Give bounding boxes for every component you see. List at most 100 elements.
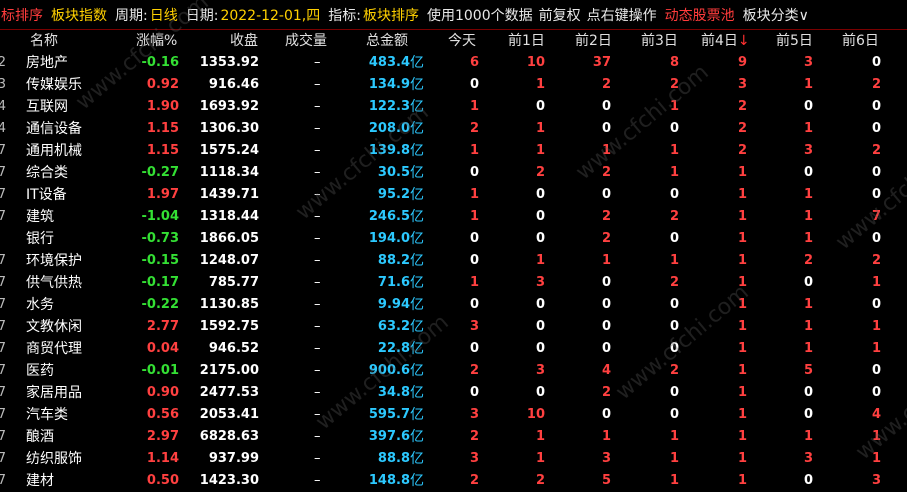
- total-amount: 71.6: [377, 275, 410, 290]
- row-index: 4: [0, 121, 6, 136]
- table-row[interactable]: 7 建筑 -1.04 1318.44 – 246.5 亿 1 0 2 2 1 1 7: [0, 206, 907, 228]
- indicator-label: 指标:: [328, 7, 361, 24]
- day-count: 3: [601, 451, 611, 466]
- table-row[interactable]: 7 医药 -0.01 2175.00 – 900.6 亿 2 3 4 2 1 5 0: [0, 360, 907, 382]
- col-close[interactable]: 收盘: [230, 30, 258, 52]
- day-count: 2: [669, 275, 679, 290]
- volume: –: [314, 473, 321, 488]
- close-price: 785.77: [208, 275, 259, 290]
- change-percent: 1.15: [146, 143, 179, 158]
- table-row[interactable]: 7 环境保护 -0.15 1248.07 – 88.2 亿 0 1 1 1 1 2 2: [0, 250, 907, 272]
- tab-indicator-sort[interactable]: 标排序: [1, 5, 43, 25]
- table-row[interactable]: 7 综合类 -0.27 1118.34 – 30.5 亿 0 2 2 1 1 0 0: [0, 162, 907, 184]
- close-price: 2477.53: [199, 385, 259, 400]
- day-count: 3: [469, 407, 479, 422]
- col-change[interactable]: 涨幅%: [136, 30, 177, 52]
- volume: –: [314, 165, 321, 180]
- table-row[interactable]: 7 供气供热 -0.17 785.77 – 71.6 亿 1 3 0 2 1 0 1: [0, 272, 907, 294]
- amount-unit: 亿: [410, 143, 424, 159]
- period-label: 周期:: [115, 7, 148, 24]
- right-click-hint: 点右键操作: [586, 7, 657, 24]
- indicator-selector[interactable]: 板块排序: [363, 5, 419, 25]
- col-volume[interactable]: 成交量: [285, 30, 327, 52]
- day-count: 0: [535, 187, 545, 202]
- amount-unit: 亿: [410, 231, 424, 247]
- row-index: 7: [0, 451, 6, 466]
- col-d2[interactable]: 前2日: [575, 30, 612, 52]
- change-percent: -0.15: [141, 253, 179, 268]
- row-index: 3: [0, 77, 6, 92]
- day-count: 1: [669, 143, 679, 158]
- day-count: 3: [535, 275, 545, 290]
- day-count: 2: [669, 363, 679, 378]
- day-count: 1: [535, 451, 545, 466]
- table-row[interactable]: 7 建材 0.50 1423.30 – 148.8 亿 2 2 5 1 1 0 3: [0, 470, 907, 492]
- table-row[interactable]: 7 汽车类 0.56 2053.41–595.7 亿 3 10 0 0 1 0 4: [0, 404, 907, 426]
- sector-category-dropdown[interactable]: 板块分类∨: [743, 5, 809, 25]
- col-d3[interactable]: 前3日: [641, 30, 678, 52]
- date-selector[interactable]: 2022-12-01,四: [220, 5, 320, 25]
- total-amount: 9.94: [377, 297, 410, 312]
- col-d4[interactable]: 前4日↓: [701, 30, 750, 52]
- table-row[interactable]: 7 商贸代理 0.04 946.52 – 22.8 亿 0 0 0 0 1 1 1: [0, 338, 907, 360]
- table-row[interactable]: 7 文教休闲 2.77 1592.75 – 63.2 亿 3 0 0 0 1 1 1: [0, 316, 907, 338]
- col-today[interactable]: 今天: [448, 30, 476, 52]
- day-count: 0: [669, 319, 679, 334]
- table-row[interactable]: 4 互联网 1.90 1693.92 – 122.3 亿 1 0 0 1 2 0 0: [0, 96, 907, 118]
- day-count: 1: [803, 187, 813, 202]
- tab-sector-index[interactable]: 板块指数: [51, 5, 107, 25]
- sector-name: 通用机械: [26, 143, 82, 159]
- close-price: 2053.41: [199, 407, 259, 422]
- table-row[interactable]: 7 酿酒 2.97 6828.63 – 397.6 亿 2 1 1 1 1 1 1: [0, 426, 907, 448]
- table-row[interactable]: 3 传媒娱乐 0.92 916.46 – 134.9 亿 0 1 2 2 3 1 2: [0, 74, 907, 96]
- day-count: 0: [601, 99, 611, 114]
- table-row[interactable]: 7 IT设备 1.97 1439.71 – 95.2 亿 1 0 0 0 1 1 0: [0, 184, 907, 206]
- total-amount: 22.8: [377, 341, 410, 356]
- day-count: 2: [737, 121, 747, 136]
- volume: –: [314, 253, 321, 268]
- period-selector[interactable]: 日线: [150, 5, 178, 25]
- volume: –: [314, 275, 321, 290]
- sector-name: 酿酒: [26, 429, 54, 445]
- day-count: 0: [871, 55, 881, 70]
- table-row[interactable]: 7 纺织服饰 1.14 937.99 – 88.8 亿 3 1 3 1 1 3 1: [0, 448, 907, 470]
- change-percent: 0.92: [146, 77, 179, 92]
- table-row[interactable]: 4 通信设备 1.15 1306.30 – 208.0 亿 2 1 0 0 2 1 0: [0, 118, 907, 140]
- adjust-mode-button[interactable]: 前复权: [539, 5, 581, 25]
- col-d6[interactable]: 前6日: [842, 30, 879, 52]
- day-count: 0: [669, 121, 679, 136]
- table-row[interactable]: 7 水务 -0.22 1130.85 – 9.94 亿 0 0 0 0 1 1 0: [0, 294, 907, 316]
- change-percent: -0.27: [141, 165, 179, 180]
- dynamic-pool-button[interactable]: 动态股票池: [665, 5, 735, 25]
- day-count: 5: [601, 473, 611, 488]
- day-count: 0: [469, 253, 479, 268]
- amount-unit: 亿: [410, 165, 424, 181]
- day-count: 3: [803, 451, 813, 466]
- day-count: 0: [803, 473, 813, 488]
- total-amount: 246.5: [368, 209, 410, 224]
- table-row[interactable]: 7 通用机械 1.15 1575.24 – 139.8 亿 1 1 1 1 2 3 2: [0, 140, 907, 162]
- volume: –: [314, 143, 321, 158]
- col-d1[interactable]: 前1日: [508, 30, 545, 52]
- close-price: 937.99: [208, 451, 259, 466]
- day-count: 0: [803, 99, 813, 114]
- amount-unit: 亿: [410, 297, 424, 313]
- total-amount: 483.4: [368, 55, 410, 70]
- day-count: 2: [469, 121, 479, 136]
- day-count: 1: [535, 143, 545, 158]
- day-count: 1: [803, 319, 813, 334]
- day-count: 4: [601, 363, 611, 378]
- col-name[interactable]: 名称: [30, 30, 58, 52]
- day-count: 1: [469, 99, 479, 114]
- day-count: 1: [803, 77, 813, 92]
- total-amount: 122.3: [368, 99, 410, 114]
- change-percent: 1.97: [146, 187, 179, 202]
- table-row[interactable]: 2 房地产 -0.16 1353.92 – 483.4 亿 6 10 37 8 9 3 0: [0, 52, 907, 74]
- table-row[interactable]: 银行 -0.73 1866.05 – 194.0 亿 0 0 2 0 1 1 0: [0, 228, 907, 250]
- col-d5[interactable]: 前5日: [776, 30, 813, 52]
- sector-name: 纺织服饰: [26, 451, 82, 467]
- col-amount[interactable]: 总金额: [366, 30, 408, 52]
- day-count: 1: [535, 121, 545, 136]
- day-count: 1: [871, 275, 881, 290]
- table-row[interactable]: 7 家居用品 0.90 2477.53 – 34.8 亿 0 0 2 0 1 0 0: [0, 382, 907, 404]
